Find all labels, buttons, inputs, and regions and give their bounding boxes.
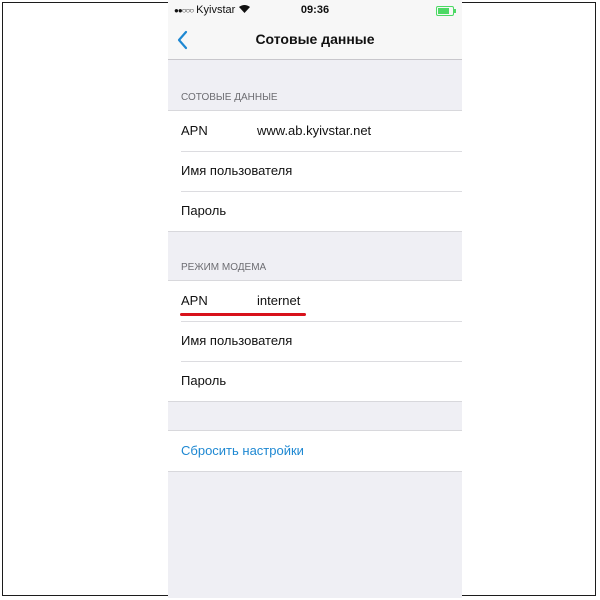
phone-screen: ●●○○○ Kyivstar 09:36 Сотовые данные СОТО… bbox=[168, 0, 462, 598]
status-time: 09:36 bbox=[300, 4, 330, 16]
reset-settings-button[interactable]: Сбросить настройки bbox=[181, 443, 304, 458]
cellular-data-group: APN www.ab.kyivstar.net Имя пользователя… bbox=[168, 110, 462, 232]
apn-field[interactable]: internet bbox=[257, 293, 300, 308]
battery-icon bbox=[436, 6, 456, 16]
cellular-password-row[interactable]: Пароль bbox=[168, 191, 462, 231]
password-label: Пароль bbox=[181, 203, 227, 218]
reset-group: Сбросить настройки bbox=[168, 430, 462, 472]
status-bar: ●●○○○ Kyivstar 09:36 bbox=[168, 0, 462, 22]
apn-label: APN bbox=[181, 123, 208, 138]
hotspot-password-row[interactable]: Пароль bbox=[168, 361, 462, 401]
navigation-bar: Сотовые данные bbox=[168, 22, 462, 60]
password-label: Пароль bbox=[181, 373, 227, 388]
cellular-username-row[interactable]: Имя пользователя bbox=[168, 151, 462, 191]
hotspot-apn-row[interactable]: APN internet bbox=[168, 281, 462, 321]
battery-level bbox=[438, 8, 449, 14]
hotspot-username-row[interactable]: Имя пользователя bbox=[168, 321, 462, 361]
hotspot-group: APN internet Имя пользователя Пароль bbox=[168, 280, 462, 402]
section-header-label: СОТОВЫЕ ДАННЫЕ bbox=[181, 92, 278, 103]
section-header-cellular: СОТОВЫЕ ДАННЫЕ bbox=[168, 80, 462, 110]
username-label: Имя пользователя bbox=[181, 333, 293, 348]
section-header-hotspot: РЕЖИМ МОДЕМА bbox=[168, 250, 462, 280]
username-label: Имя пользователя bbox=[181, 163, 293, 178]
apn-field[interactable]: www.ab.kyivstar.net bbox=[257, 123, 371, 138]
red-underline-highlight bbox=[180, 313, 306, 316]
page-title: Сотовые данные bbox=[255, 31, 375, 47]
battery-tip bbox=[454, 9, 456, 13]
reset-settings-row[interactable]: Сбросить настройки bbox=[168, 431, 462, 471]
cellular-apn-row[interactable]: APN www.ab.kyivstar.net bbox=[168, 111, 462, 151]
section-header-label: РЕЖИМ МОДЕМА bbox=[181, 262, 267, 273]
apn-label: APN bbox=[181, 293, 208, 308]
